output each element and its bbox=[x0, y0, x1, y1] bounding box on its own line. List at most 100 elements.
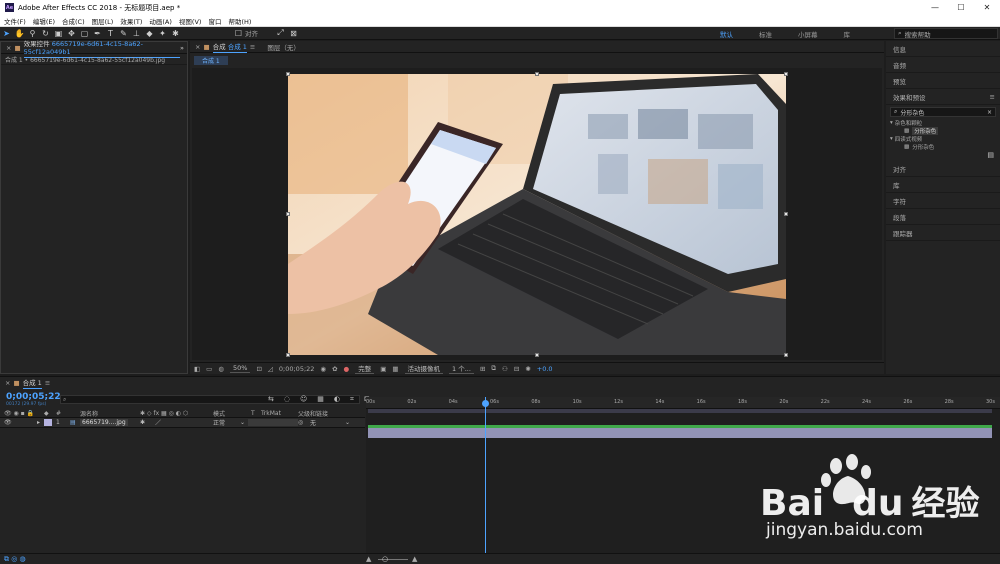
transform-handle[interactable] bbox=[286, 212, 290, 216]
workspace-small-screen[interactable]: 小屏幕 bbox=[798, 29, 818, 39]
menu-edit[interactable]: 编辑(E) bbox=[33, 16, 55, 26]
menu-composition[interactable]: 合成(C) bbox=[62, 16, 85, 26]
playhead[interactable] bbox=[485, 397, 486, 559]
workspace-library[interactable]: 库 bbox=[844, 29, 851, 39]
effects-search-input[interactable]: ⌕ 分形杂色 × bbox=[890, 107, 996, 117]
timeline-timecode[interactable]: 0;00;05;22 bbox=[6, 392, 61, 402]
snap-icon[interactable]: ⤢ bbox=[274, 28, 287, 39]
clear-search-icon[interactable]: × bbox=[987, 109, 992, 116]
mask-icon[interactable]: ◍ bbox=[218, 365, 224, 373]
fit-icon[interactable]: ⊡ bbox=[256, 365, 261, 373]
panel-tracker[interactable]: 跟踪器 bbox=[886, 225, 1000, 241]
mode-dropdown-icon[interactable]: ⌄ bbox=[240, 419, 245, 426]
composition-breadcrumb[interactable]: 合成 1 bbox=[194, 56, 228, 65]
transparency-grid-icon[interactable]: ▦ bbox=[392, 365, 398, 373]
reset-exposure-icon[interactable]: ✺ bbox=[525, 365, 530, 373]
tab-menu-icon[interactable]: ≡ bbox=[250, 43, 255, 51]
tab-menu-icon[interactable]: ≡ bbox=[45, 379, 50, 387]
layer-row[interactable]: 👁 ▸ 1 ▤ 6665719....jpg ✱ ／ 正常 ⌄ ◎ 无 ⌄ bbox=[0, 418, 365, 428]
grid-icon[interactable]: ⊞ bbox=[480, 365, 485, 373]
panel-paragraph[interactable]: 段落 bbox=[886, 209, 1000, 225]
tab-composition[interactable]: 合成 合成 1 bbox=[212, 41, 247, 53]
zoom-slider-thumb[interactable]: ○ bbox=[382, 555, 388, 563]
views-select[interactable]: 1 个... bbox=[449, 363, 474, 374]
transform-handle[interactable] bbox=[286, 72, 290, 76]
3d-icon[interactable]: ⧉ bbox=[491, 364, 496, 373]
tree-folder-noise-grain[interactable]: ▾ 杂色和颗粒 bbox=[886, 119, 1000, 127]
draft-3d-icon[interactable]: ◌ bbox=[284, 395, 290, 404]
flowchart-icon[interactable]: ⚇ bbox=[502, 365, 508, 373]
time-ruler[interactable]: 00s 02s 04s 06s 08s 10s 12s 14s 16s 18s 20s 22s 24s 2… bbox=[366, 397, 1000, 409]
transform-handle[interactable] bbox=[535, 72, 539, 76]
roi-icon[interactable]: ▣ bbox=[380, 365, 386, 373]
new-folder-icon[interactable]: ▤ bbox=[987, 151, 994, 161]
panel-library[interactable]: 库 bbox=[886, 177, 1000, 193]
panel-menu-icon[interactable]: ≡ bbox=[990, 93, 995, 101]
work-area-bar[interactable] bbox=[368, 409, 992, 413]
selection-tool-icon[interactable]: ➤ bbox=[0, 28, 13, 39]
exposure-value[interactable]: +0.0 bbox=[537, 365, 553, 373]
fast-preview-icon[interactable]: ⊟ bbox=[514, 365, 519, 373]
color-icon[interactable]: ● bbox=[344, 365, 350, 373]
menu-effect[interactable]: 效果(T) bbox=[120, 16, 142, 26]
snapshot-icon[interactable]: ◉ bbox=[320, 365, 326, 373]
visibility-icon[interactable]: 👁 bbox=[4, 419, 12, 426]
menu-view[interactable]: 视图(V) bbox=[179, 16, 202, 26]
expand-layer-icon[interactable]: ▸ bbox=[37, 419, 40, 426]
tree-folder-video[interactable]: ▾ 四读式视频 bbox=[886, 135, 1000, 143]
channel-icon[interactable]: ✿ bbox=[332, 365, 337, 373]
close-tab-icon[interactable]: × bbox=[195, 43, 200, 51]
zoom-out-icon[interactable]: ▲ bbox=[366, 555, 371, 563]
quality-switch-icon[interactable]: ／ bbox=[155, 418, 161, 427]
layer-duration-bar[interactable] bbox=[368, 428, 992, 438]
panel-preview[interactable]: 预览 bbox=[886, 73, 1000, 89]
column-source-name[interactable]: 源名称 bbox=[80, 409, 98, 418]
motion-blur-icon[interactable]: ◐ bbox=[334, 395, 340, 404]
menu-window[interactable]: 窗口 bbox=[208, 16, 221, 26]
graph-editor-icon[interactable]: ⌗ bbox=[350, 395, 354, 404]
panel-audio[interactable]: 音频 bbox=[886, 57, 1000, 73]
resolution-select[interactable]: 完整 bbox=[355, 363, 375, 374]
align-checkbox-icon[interactable]: ☐ bbox=[232, 28, 245, 39]
layer-name[interactable]: 6665719....jpg bbox=[80, 419, 128, 426]
pickwhip-icon[interactable]: ◎ bbox=[298, 419, 303, 426]
workspace-default[interactable]: 默认 bbox=[720, 29, 733, 39]
always-preview-icon[interactable]: ◧ bbox=[194, 365, 200, 373]
transform-handle[interactable] bbox=[535, 353, 539, 357]
shy-icon[interactable]: ☺ bbox=[300, 395, 307, 404]
menu-help[interactable]: 帮助(H) bbox=[228, 16, 251, 26]
viewer-timecode[interactable]: 0;00;05;22 bbox=[279, 365, 315, 373]
transform-handle[interactable] bbox=[784, 72, 788, 76]
comp-mini-flowchart-icon[interactable]: ⇆ bbox=[268, 395, 274, 404]
zoom-in-icon[interactable]: ▲ bbox=[412, 555, 417, 563]
tab-timeline-comp[interactable]: 合成 1 bbox=[22, 377, 42, 389]
close-tab-icon[interactable]: × bbox=[6, 44, 11, 52]
trkmat-select[interactable] bbox=[248, 419, 298, 426]
panel-info[interactable]: 信息 bbox=[886, 41, 1000, 57]
composition-image[interactable] bbox=[288, 74, 786, 355]
parent-select[interactable]: 无 bbox=[310, 418, 316, 427]
region-icon[interactable]: ◿ bbox=[268, 365, 273, 373]
transform-handle[interactable] bbox=[286, 353, 290, 357]
search-help-input[interactable]: ⌕ 搜索帮助 bbox=[894, 28, 998, 39]
menu-file[interactable]: 文件(F) bbox=[4, 16, 26, 26]
transform-handle[interactable] bbox=[784, 353, 788, 357]
maximize-button[interactable]: ☐ bbox=[948, 0, 974, 15]
tab-layer[interactable]: 图层（无） bbox=[267, 42, 300, 52]
close-button[interactable]: ✕ bbox=[974, 0, 1000, 15]
shy-switch-icon[interactable]: ✱ bbox=[140, 419, 145, 426]
panel-character[interactable]: 字符 bbox=[886, 193, 1000, 209]
workspace-standard[interactable]: 标准 bbox=[759, 29, 772, 39]
snap-options-icon[interactable]: ⊠ bbox=[287, 28, 300, 39]
panel-effects-presets[interactable]: 效果和预设 ≡ bbox=[886, 89, 1000, 105]
camera-select[interactable]: 活动摄像机 bbox=[404, 363, 444, 374]
close-tab-icon[interactable]: × bbox=[5, 379, 10, 387]
tree-item-fractal-noise-2[interactable]: ▩ 分形杂色 bbox=[886, 143, 1000, 151]
parent-dropdown-icon[interactable]: ⌄ bbox=[345, 419, 350, 426]
monitor-icon[interactable]: ▭ bbox=[206, 365, 212, 373]
panel-expand-icon[interactable]: » bbox=[180, 44, 184, 52]
mode-select[interactable]: 正常 bbox=[213, 418, 225, 427]
tree-item-fractal-noise[interactable]: ▩ 分形杂色 bbox=[886, 127, 1000, 135]
menu-layer[interactable]: 图层(L) bbox=[92, 16, 114, 26]
zoom-select[interactable]: 50% bbox=[229, 364, 251, 373]
